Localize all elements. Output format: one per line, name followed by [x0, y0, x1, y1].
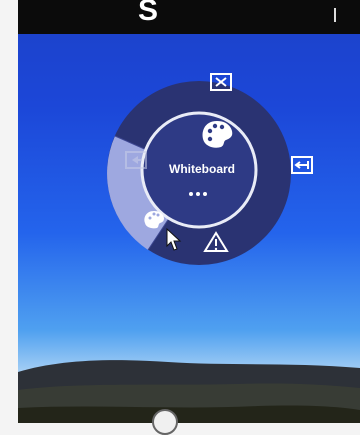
screen: S Whiteboard [18, 0, 360, 423]
bottom-handle[interactable] [152, 409, 178, 435]
hub-label: Whiteboard [169, 162, 235, 176]
more-dots-icon[interactable] [189, 183, 219, 196]
radial-menu [107, 73, 313, 265]
exit-box-icon[interactable] [291, 156, 313, 174]
